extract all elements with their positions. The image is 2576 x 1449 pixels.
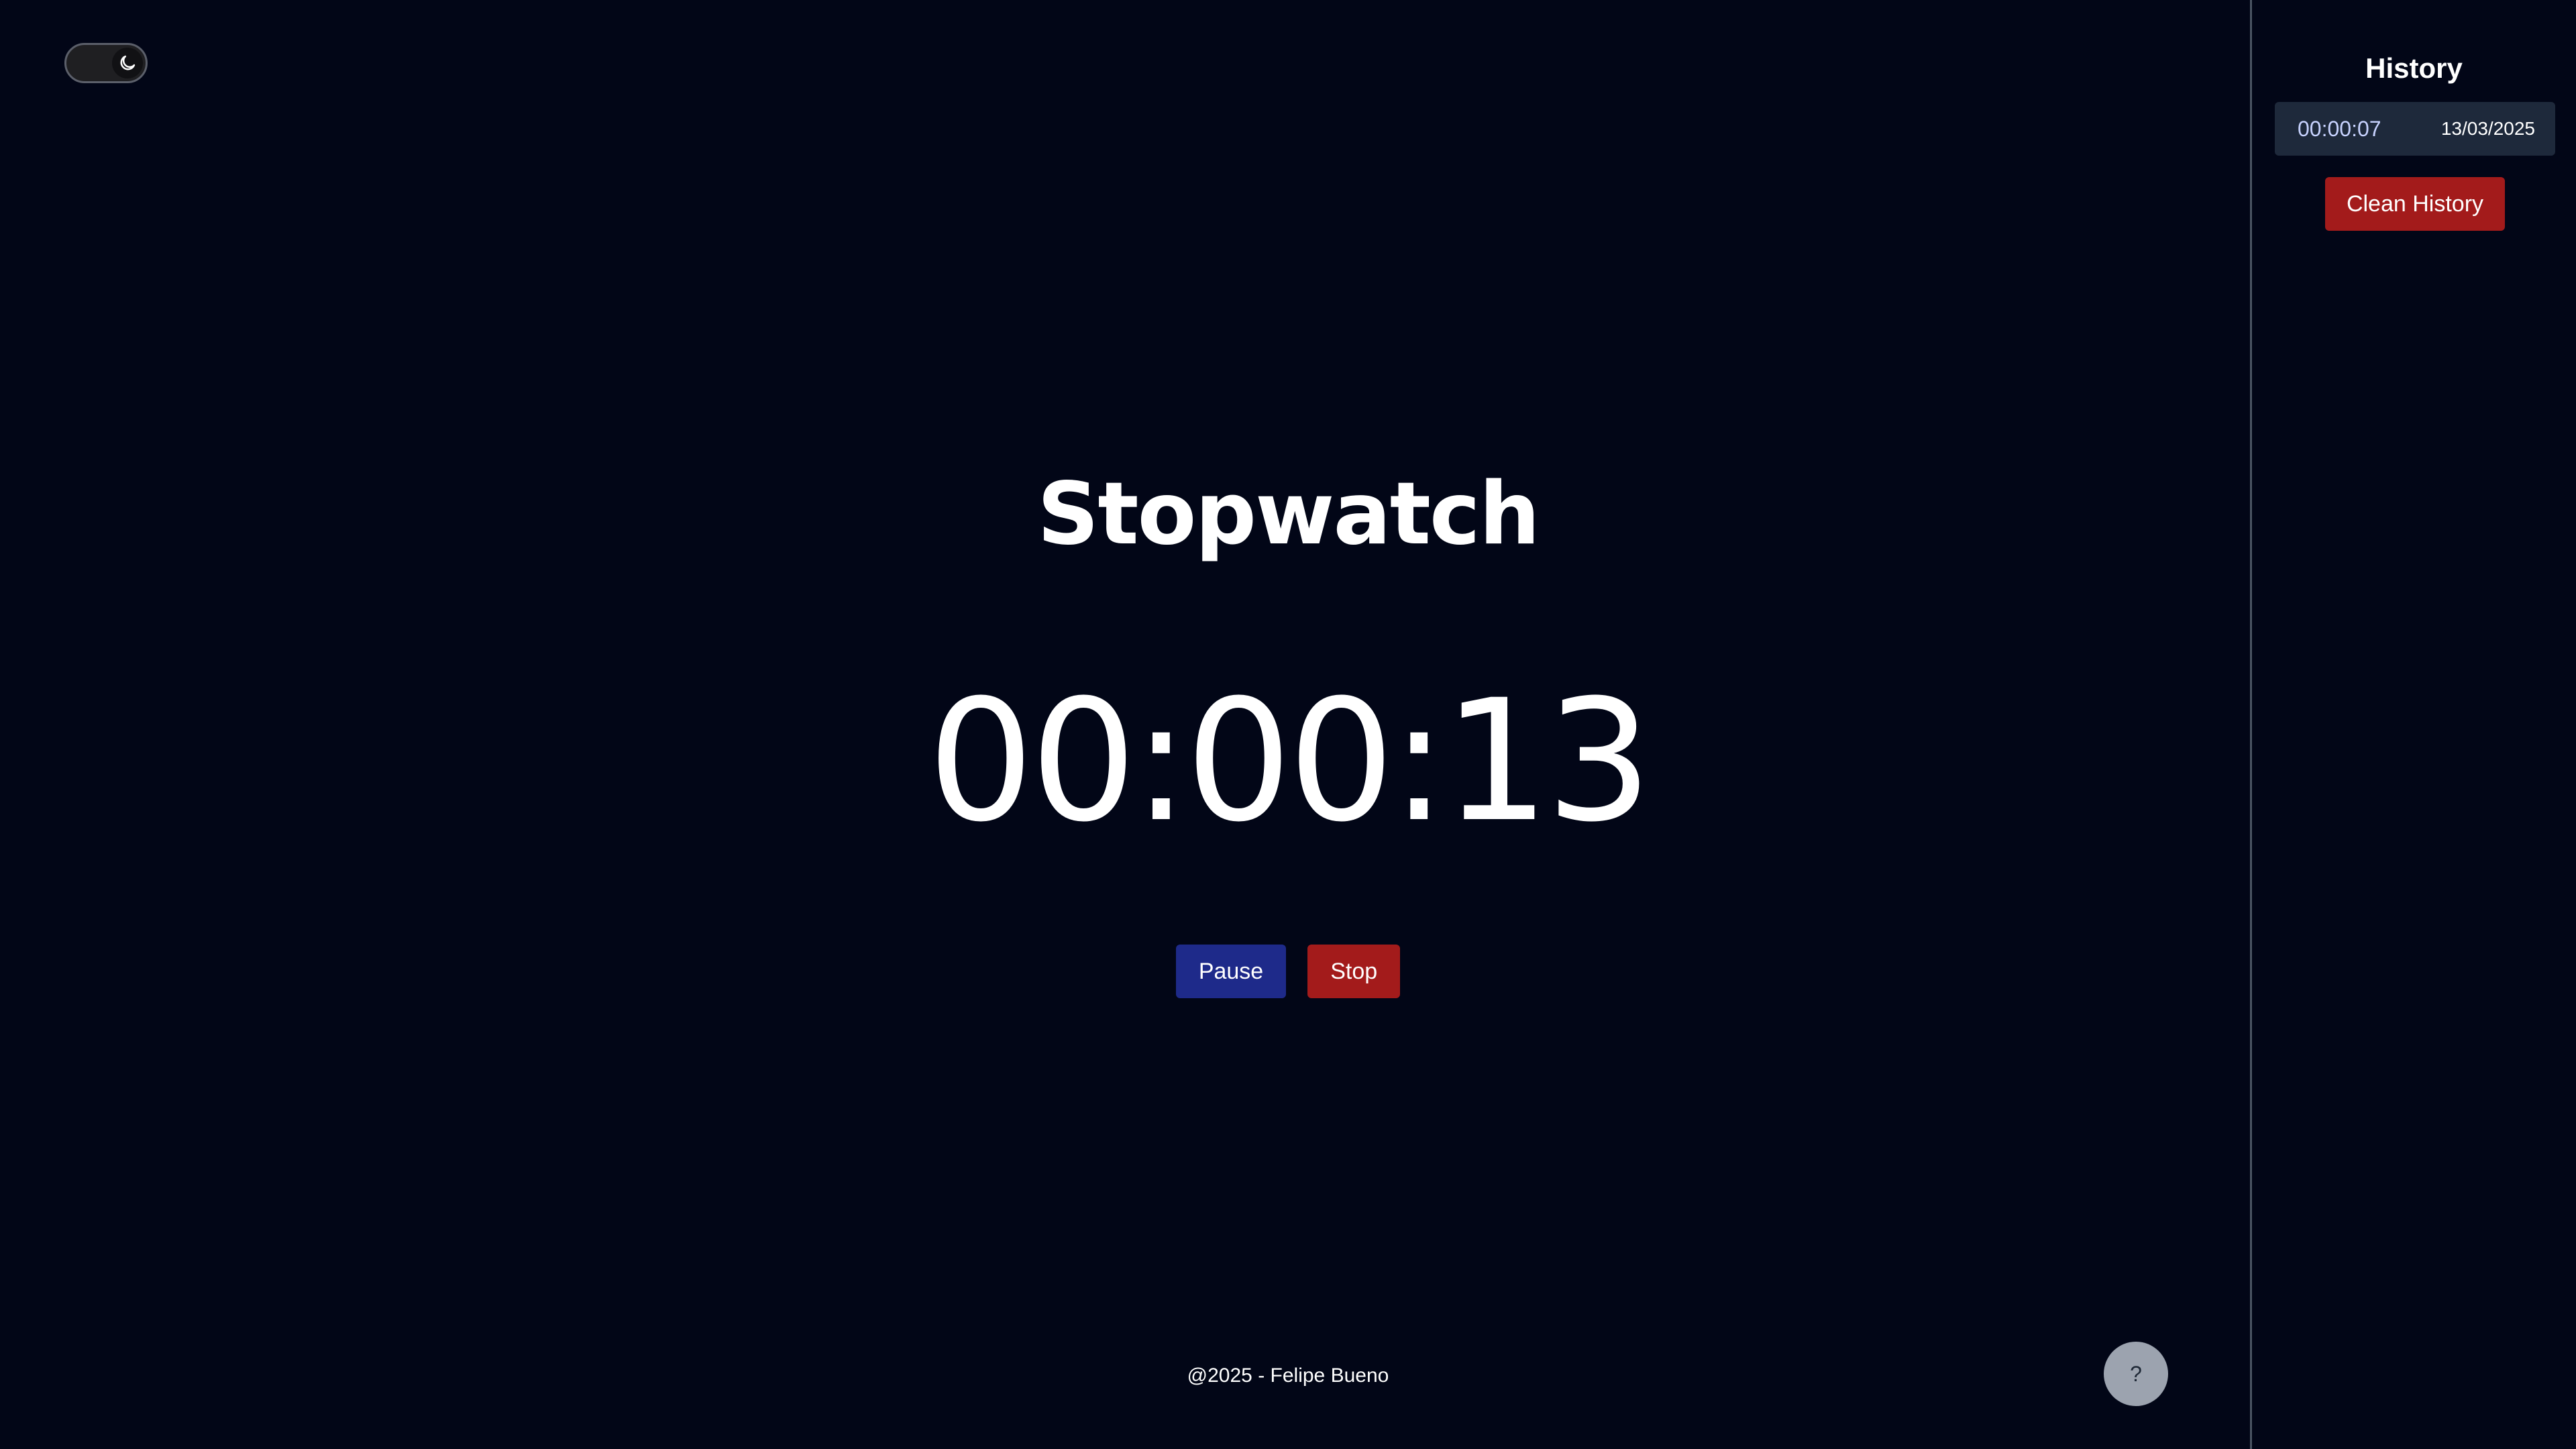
timer-controls: Pause Stop [0, 945, 2576, 998]
history-entry: 00:00:07 13/03/2025 [2275, 102, 2555, 156]
footer-credit: @2025 - Felipe Bueno [1187, 1364, 1389, 1387]
history-entry-time: 00:00:07 [2298, 116, 2381, 141]
pause-button[interactable]: Pause [1175, 945, 1287, 998]
history-title: History [2365, 52, 2463, 84]
timer-display: 00:00:13 [927, 663, 1653, 859]
page-title: Stopwatch [1037, 464, 1540, 564]
stop-button[interactable]: Stop [1307, 945, 1401, 998]
history-entry-date: 13/03/2025 [2440, 118, 2535, 139]
theme-toggle[interactable] [64, 43, 148, 83]
theme-toggle-knob [112, 48, 143, 78]
clean-history-button[interactable]: Clean History [2325, 177, 2505, 231]
moon-icon [120, 55, 136, 70]
stopwatch-app: ? Stopwatch 00:00:13 Pause Stop @2025 - … [0, 0, 2576, 1449]
